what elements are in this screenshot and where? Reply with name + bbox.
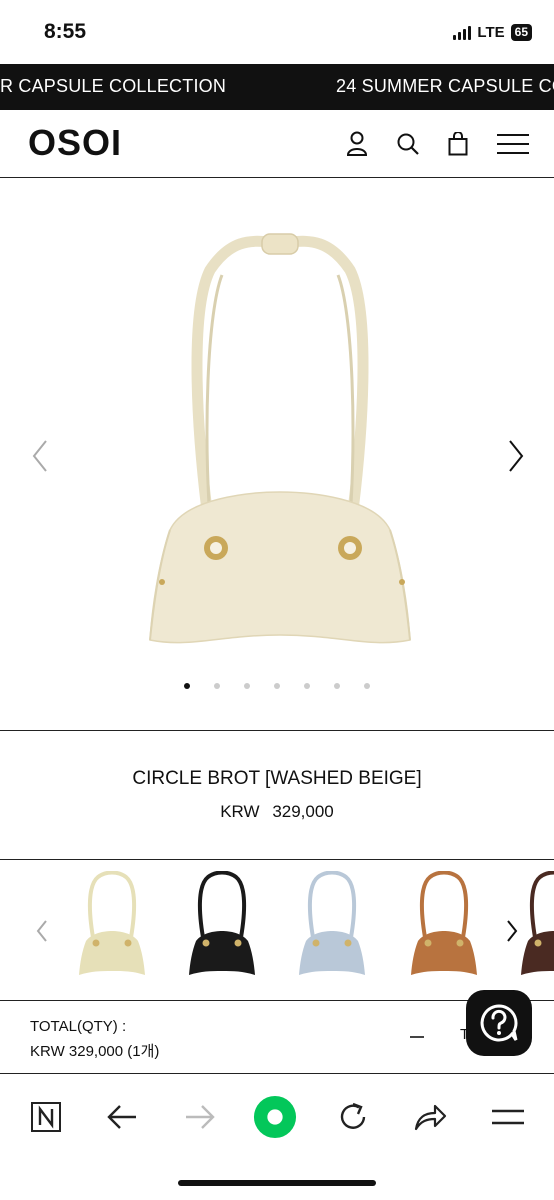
color-swatch-tan[interactable]	[408, 870, 480, 981]
gallery-next-icon[interactable]	[500, 436, 530, 476]
browser-toolbar	[0, 1075, 554, 1200]
swatch-prev-icon[interactable]	[34, 917, 50, 945]
gallery-dot[interactable]	[244, 683, 250, 689]
site-logo[interactable]: OSOI	[28, 122, 122, 164]
green-home-icon[interactable]	[253, 1095, 297, 1139]
hamburger-menu-icon[interactable]	[496, 129, 530, 159]
search-icon[interactable]	[393, 129, 423, 159]
gallery-dot[interactable]	[304, 683, 310, 689]
total-label: TOTAL(QTY) :	[30, 1018, 127, 1035]
site-header: OSOI	[0, 110, 554, 178]
product-info: CIRCLE BROT [WASHED BEIGE] KRW 329,000	[0, 732, 554, 860]
gallery-prev-icon[interactable]	[26, 436, 56, 476]
color-swatch-brown[interactable]	[518, 870, 554, 981]
chat-help-button[interactable]	[466, 990, 532, 1056]
minus-icon[interactable]	[410, 1036, 424, 1038]
status-bar: 8:55 LTE 65	[0, 0, 554, 64]
gallery-dot[interactable]	[184, 683, 190, 689]
gallery-dots[interactable]	[0, 683, 554, 689]
color-swatch-carousel[interactable]	[0, 861, 554, 1001]
refresh-icon[interactable]	[331, 1095, 375, 1139]
share-icon[interactable]	[408, 1095, 452, 1139]
network-label: LTE	[477, 24, 505, 41]
announcement-marquee[interactable]: R CAPSULE COLLECTION 24 SUMMER CAPSULE C…	[0, 64, 554, 110]
marquee-text-left: R CAPSULE COLLECTION	[0, 76, 227, 96]
color-swatch-black[interactable]	[186, 870, 258, 981]
price-currency: KRW	[220, 802, 260, 821]
back-arrow-icon[interactable]	[100, 1095, 144, 1139]
battery-icon: 65	[510, 24, 532, 41]
gallery-dot[interactable]	[334, 683, 340, 689]
gallery-dot[interactable]	[274, 683, 280, 689]
product-gallery[interactable]	[0, 178, 554, 731]
marquee-text-right: 24 SUMMER CAPSULE CO	[336, 76, 554, 96]
total-value: KRW 329,000 (1개)	[30, 1043, 160, 1060]
menu-icon[interactable]	[486, 1095, 530, 1139]
shopping-bag-icon[interactable]	[443, 129, 473, 159]
color-swatch-light-blue[interactable]	[296, 870, 368, 981]
product-image	[149, 233, 411, 644]
signal-icon	[453, 25, 472, 40]
price-value: 329,000	[272, 802, 334, 821]
home-indicator	[178, 1180, 376, 1186]
product-name: CIRCLE BROT [WASHED BEIGE]	[132, 768, 422, 789]
forward-arrow-icon[interactable]	[178, 1095, 222, 1139]
chat-question-icon	[480, 1004, 518, 1042]
naver-icon[interactable]	[24, 1095, 68, 1139]
color-swatch-washed-beige[interactable]	[76, 870, 148, 981]
product-price: KRW 329,000	[0, 802, 554, 822]
status-indicators: LTE 65	[453, 24, 532, 41]
gallery-dot[interactable]	[214, 683, 220, 689]
status-time: 8:55	[44, 20, 87, 43]
gallery-dot[interactable]	[364, 683, 370, 689]
user-icon[interactable]	[342, 129, 372, 159]
